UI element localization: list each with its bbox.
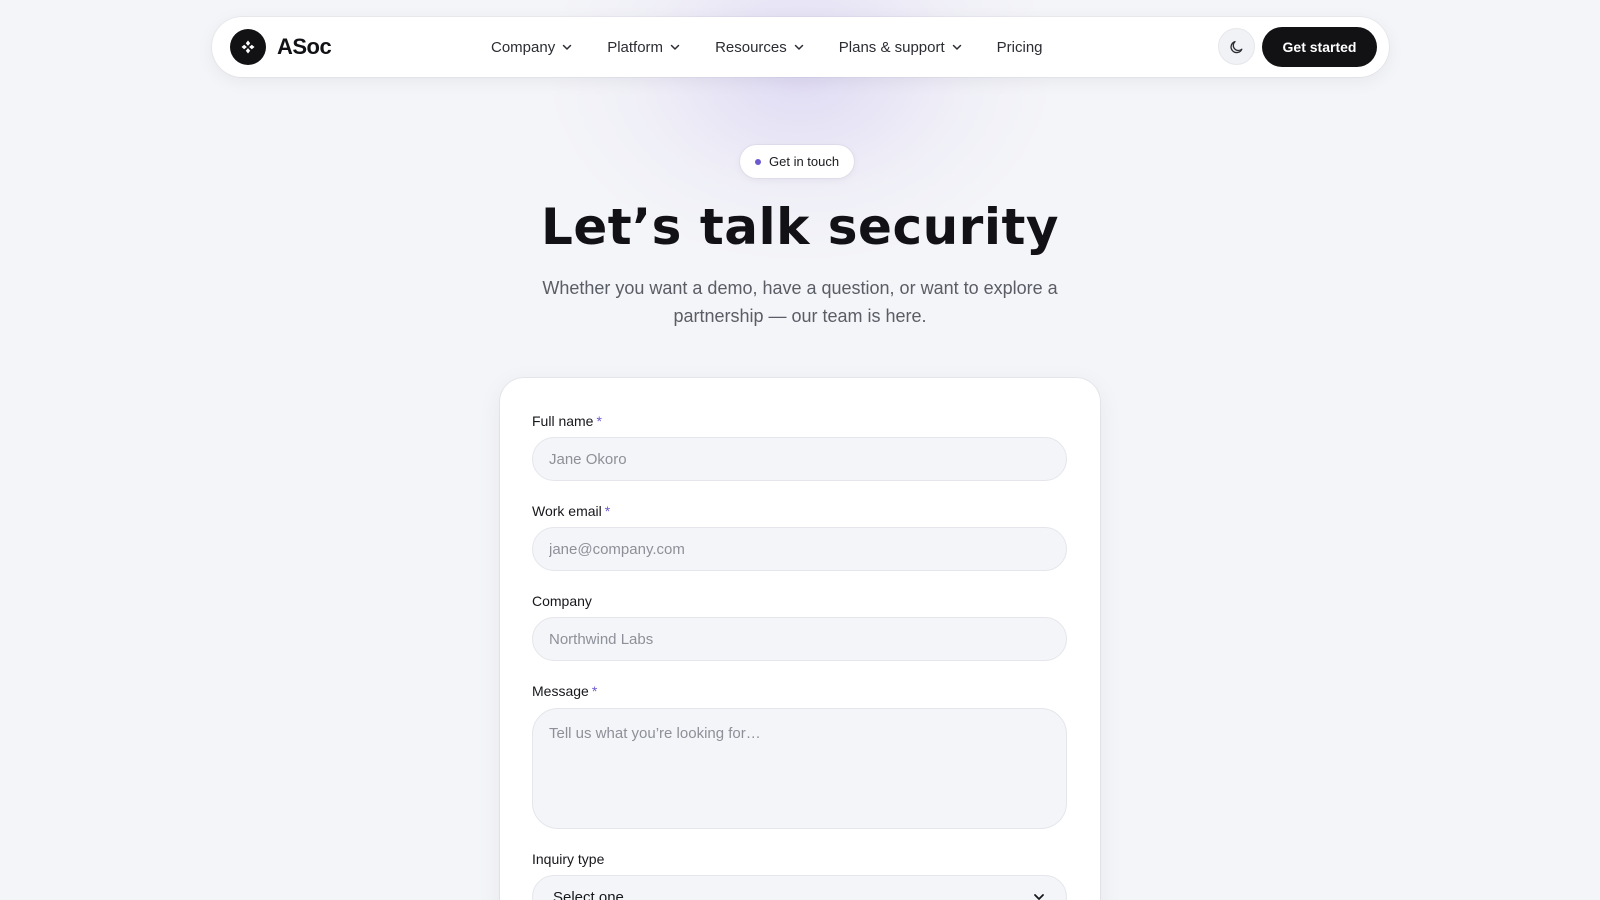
main-menu: Company Platform Resources Plans & suppo… xyxy=(491,17,1077,77)
nav-item-resources[interactable]: Resources xyxy=(715,39,805,56)
message-label-text: Message xyxy=(532,683,589,699)
message-label: Message * xyxy=(532,683,597,699)
moon-icon xyxy=(1229,39,1245,55)
nav-item-label: Company xyxy=(491,38,556,56)
work-email-label-text: Work email xyxy=(532,503,602,519)
chevron-down-icon xyxy=(561,41,573,53)
nav-item-pricing[interactable]: Pricing xyxy=(997,39,1043,56)
company-label-text: Company xyxy=(532,593,592,609)
nav-item-label: Platform xyxy=(607,38,664,56)
page-title: Let’s talk security xyxy=(541,198,1059,256)
nav-item-platform[interactable]: Platform xyxy=(607,39,681,56)
theme-toggle-button[interactable] xyxy=(1218,28,1255,65)
chevron-down-icon xyxy=(1032,890,1046,900)
chevron-down-icon xyxy=(951,41,963,53)
inquiry-type-select[interactable]: Select one xyxy=(532,875,1067,900)
top-navigation: ASoc Company Platform Resources Plans & … xyxy=(212,17,1389,77)
chevron-down-icon xyxy=(793,41,805,53)
work-email-label: Work email * xyxy=(532,503,610,519)
inquiry-type-label: Inquiry type xyxy=(532,851,604,867)
get-started-button[interactable]: Get started xyxy=(1262,27,1377,67)
full-name-input[interactable] xyxy=(532,437,1067,481)
contact-form: Full name* Work email* Company Message* … xyxy=(500,378,1100,900)
required-marker: * xyxy=(604,503,611,519)
inquiry-type-selected-value: Select one xyxy=(553,888,624,900)
inquiry-type-label-text: Inquiry type xyxy=(532,851,605,867)
nav-item-plans-support[interactable]: Plans & support xyxy=(839,39,963,56)
brand-name: ASoc xyxy=(277,34,332,59)
nav-item-label: Pricing xyxy=(996,38,1043,56)
work-email-input[interactable] xyxy=(532,527,1067,571)
full-name-label: Full name * xyxy=(532,413,602,429)
required-marker: * xyxy=(596,413,602,429)
nav-item-label: Resources xyxy=(715,38,787,56)
company-label: Company xyxy=(532,593,592,609)
nav-item-label: Plans & support xyxy=(838,38,945,56)
message-textarea[interactable] xyxy=(532,708,1067,829)
page-subtitle: Whether you want a demo, have a question… xyxy=(542,278,1058,326)
badge-dot xyxy=(755,158,761,165)
required-marker: * xyxy=(591,683,598,699)
nav-item-company[interactable]: Company xyxy=(491,39,573,56)
chevron-down-icon xyxy=(669,41,681,53)
badge-label: Get in touch xyxy=(769,154,840,169)
brand-logo[interactable]: ASoc xyxy=(230,29,332,65)
get-in-touch-badge: Get in touch xyxy=(740,145,855,178)
company-input[interactable] xyxy=(532,617,1067,661)
full-name-label-text: Full name xyxy=(532,413,594,429)
logo-icon xyxy=(230,29,266,65)
